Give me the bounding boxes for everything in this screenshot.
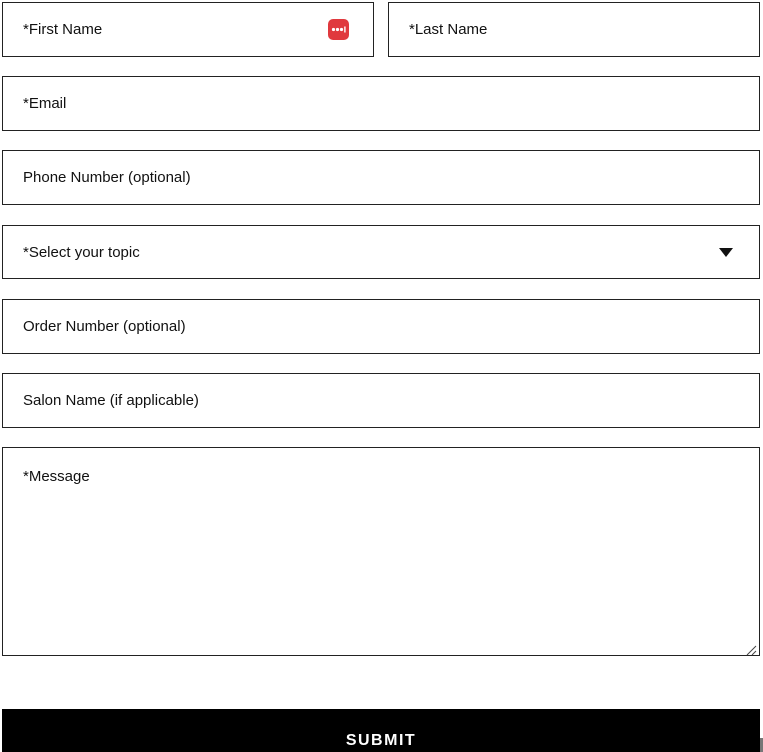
salon-name-input[interactable] — [2, 373, 760, 428]
last-name-input[interactable] — [388, 2, 760, 57]
topic-select[interactable]: *Select your topic — [2, 225, 760, 279]
submit-button[interactable]: SUBMIT — [2, 709, 760, 752]
email-input[interactable] — [2, 76, 760, 131]
message-textarea[interactable] — [2, 447, 760, 656]
order-number-input[interactable] — [2, 299, 760, 354]
phone-input[interactable] — [2, 150, 760, 205]
password-manager-icon[interactable] — [328, 19, 349, 40]
topic-select-label: *Select your topic — [23, 243, 140, 261]
resize-handle-icon[interactable] — [746, 643, 757, 656]
first-name-input[interactable] — [2, 2, 374, 57]
caret-down-icon — [719, 247, 733, 257]
